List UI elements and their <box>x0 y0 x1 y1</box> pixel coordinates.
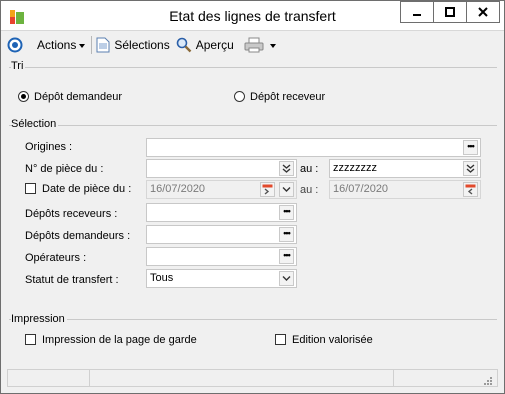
page-garde-label: Impression de la page de garde <box>42 334 197 346</box>
close-button[interactable] <box>466 1 500 23</box>
status-cell <box>8 370 90 386</box>
statut-label: Statut de transfert : <box>25 274 119 286</box>
selections-label: Sélections <box>114 38 170 52</box>
tri-group-title: Tri <box>11 60 26 72</box>
maximize-button[interactable] <box>433 1 467 23</box>
magnifier-icon <box>176 37 192 53</box>
depots-demandeurs-field[interactable] <box>146 225 297 244</box>
depots-demandeurs-lookup-button[interactable]: ••• <box>279 227 294 242</box>
window: Etat des lignes de transfert Actions Sél… <box>0 0 505 394</box>
status-bar <box>7 369 498 387</box>
chevron-down-icon <box>79 43 86 48</box>
selection-group-title: Sélection <box>11 118 59 130</box>
radio-depot-demandeur-label: Dépôt demandeur <box>34 91 123 103</box>
toolbar-separator <box>91 36 93 54</box>
status-cell <box>394 370 482 386</box>
minimize-button[interactable] <box>400 1 434 23</box>
maximize-icon <box>445 7 455 17</box>
origines-lookup-button[interactable]: ••• <box>463 140 478 155</box>
preview-label: Aperçu <box>195 38 234 52</box>
radio-depot-receveur-label: Dépôt receveur <box>250 91 326 103</box>
depots-receveurs-lookup-button[interactable]: ••• <box>279 205 294 220</box>
preview-button[interactable]: Aperçu <box>176 37 234 53</box>
tri-group-line <box>9 67 497 68</box>
date-label: Date de pièce du : <box>42 183 132 195</box>
status-cell <box>90 370 394 386</box>
document-icon <box>96 37 110 53</box>
target-button[interactable] <box>7 37 23 53</box>
date-au-label: au : <box>300 184 319 196</box>
depots-receveurs-label: Dépôts receveurs : <box>25 208 118 220</box>
toolbar: Actions Sélections Aperçu <box>1 32 504 58</box>
date-from-dropdown-button[interactable] <box>279 182 294 197</box>
double-chevron-down-icon <box>466 164 475 173</box>
ellipsis-icon: ••• <box>283 250 291 260</box>
selection-group-line <box>9 125 497 126</box>
radio-depot-receveur[interactable] <box>234 91 245 102</box>
resize-grip-icon[interactable] <box>482 375 492 385</box>
radio-depot-demandeur[interactable] <box>18 91 29 102</box>
piece-from-dropdown-button[interactable] <box>279 161 294 176</box>
print-button[interactable] <box>244 37 276 53</box>
chevron-down-icon <box>282 187 291 192</box>
operateurs-label: Opérateurs : <box>25 252 87 264</box>
window-controls <box>400 1 500 23</box>
edition-valorisee-checkbox[interactable] <box>275 334 286 345</box>
origines-field[interactable] <box>146 138 481 157</box>
piece-to-dropdown-button[interactable] <box>463 161 478 176</box>
close-icon <box>478 7 488 17</box>
actions-menu[interactable]: Actions <box>37 38 86 52</box>
chevron-down-icon <box>282 276 291 281</box>
operateurs-lookup-button[interactable]: ••• <box>279 249 294 264</box>
printer-icon <box>244 37 264 53</box>
ellipsis-icon: ••• <box>467 141 475 151</box>
piece-label: N° de pièce du : <box>25 163 104 175</box>
chevron-down-icon <box>269 43 276 48</box>
statut-select[interactable]: Tous <box>146 269 297 288</box>
statut-dropdown-button[interactable] <box>279 271 294 286</box>
page-garde-checkbox[interactable] <box>25 334 36 345</box>
date-to-calendar-button[interactable] <box>463 182 478 197</box>
target-icon <box>7 37 23 53</box>
piece-au-label: au : <box>300 163 319 175</box>
actions-label: Actions <box>37 38 77 52</box>
calendar-icon <box>465 184 476 195</box>
edition-valorisee-label: Edition valorisée <box>292 334 373 346</box>
double-chevron-down-icon <box>282 164 291 173</box>
selections-button[interactable]: Sélections <box>96 37 170 53</box>
minimize-icon <box>413 14 421 16</box>
piece-to-field[interactable]: zzzzzzzz <box>329 159 481 178</box>
impression-group-title: Impression <box>11 313 67 325</box>
ellipsis-icon: ••• <box>283 206 291 216</box>
depots-receveurs-field[interactable] <box>146 203 297 222</box>
date-checkbox[interactable] <box>25 183 36 194</box>
title-bar: Etat des lignes de transfert <box>1 1 504 31</box>
ellipsis-icon: ••• <box>283 228 291 238</box>
calendar-icon <box>262 184 273 195</box>
piece-from-field[interactable] <box>146 159 297 178</box>
origines-label: Origines : <box>25 141 73 153</box>
operateurs-field[interactable] <box>146 247 297 266</box>
depots-demandeurs-label: Dépôts demandeurs : <box>25 230 131 242</box>
date-from-calendar-button[interactable] <box>260 182 275 197</box>
impression-group-line <box>9 319 497 320</box>
date-to-field[interactable]: 16/07/2020 <box>329 180 481 199</box>
